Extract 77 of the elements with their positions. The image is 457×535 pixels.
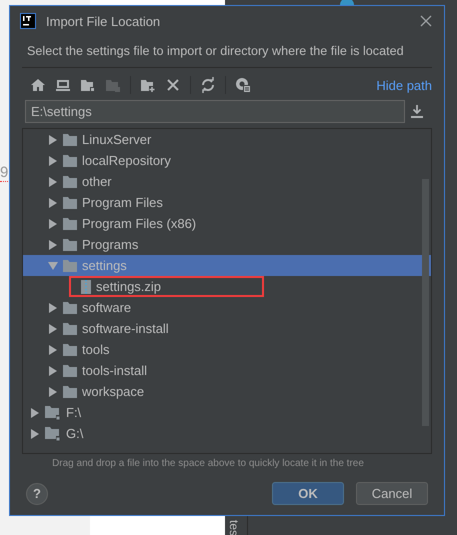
delete-icon[interactable] [165,77,181,93]
tree-item-label: settings [82,258,127,273]
tree-row[interactable]: software [23,297,431,318]
tree-item-label: Programs [82,237,138,252]
tree-row[interactable]: workspace [23,381,431,402]
tree-item-label: software-install [82,321,169,336]
close-icon[interactable] [420,15,432,27]
folder-icon [63,134,77,146]
folder-icon [63,260,77,272]
folder-icon [63,176,77,188]
collapsed-arrow-icon[interactable] [48,134,58,144]
tree-row[interactable]: tools [23,339,431,360]
collapsed-arrow-icon[interactable] [30,428,40,438]
new-folder-icon[interactable] [140,77,156,93]
collapsed-arrow-icon[interactable] [48,324,58,334]
tree-item-label: settings.zip [96,279,162,294]
line-number: 9 [0,164,8,182]
download-icon[interactable] [411,105,423,118]
tree-row[interactable]: LinuxServer [23,129,431,150]
folder-icon [63,154,77,166]
collapsed-arrow-icon[interactable] [48,302,58,312]
hint-text: Drag and drop a file into the space above to quickly locate it in the tree [51,457,365,469]
drive-icon [45,426,61,440]
tree-item-label: tools [82,342,110,357]
collapsed-arrow-icon[interactable] [48,198,58,208]
tree-row[interactable]: other [23,171,431,192]
folder-icon [63,322,77,334]
collapsed-arrow-icon[interactable] [48,366,58,376]
archive-icon [81,280,91,294]
tree-row[interactable]: F:\ [23,402,431,423]
tree-row[interactable]: software-install [23,318,431,339]
folder-icon [63,196,77,208]
collapsed-arrow-icon[interactable] [48,156,58,166]
ok-button[interactable]: OK [272,482,344,505]
tree-item-label: Program Files (x86) [82,216,196,231]
app-icon [20,13,36,29]
folder-icon [63,302,77,314]
tree-item-label: Program Files [82,195,163,210]
tree-item-label: tools-install [82,363,148,378]
tree-item-label: localRepository [82,153,171,168]
tree-item-label: other [82,174,112,189]
class-icon [340,0,354,5]
tree-item-label: workspace [82,384,144,399]
tree-row[interactable]: settings.zip [23,276,431,297]
folder-icon [63,344,77,356]
description-text: Select the settings file to import or directory where the file is located [26,43,405,58]
scrollbar-thumb[interactable] [422,179,429,426]
tree-item-label: LinuxServer [82,132,152,147]
tree-row[interactable]: Program Files [23,192,431,213]
window-title: Import File Location [46,14,162,28]
collapsed-arrow-icon[interactable] [30,408,40,418]
cancel-button[interactable]: Cancel [356,482,428,505]
folder-icon [63,364,77,376]
tree-row[interactable]: localRepository [23,150,431,171]
collapsed-arrow-icon[interactable] [48,218,58,228]
collapsed-arrow-icon[interactable] [48,386,58,396]
tree-row[interactable]: Programs [23,234,431,255]
desktop-icon[interactable] [55,77,71,93]
home-icon[interactable] [30,77,46,93]
tree-item-label: G:\ [66,426,84,441]
help-button[interactable]: ? [26,482,48,504]
collapsed-arrow-icon[interactable] [48,344,58,354]
folder-icon [63,386,77,398]
path-field[interactable]: E:\settings [25,100,405,123]
drive-icon [45,406,61,420]
tree-row[interactable]: Program Files (x86) [23,213,431,234]
tree-row[interactable]: tools-install [23,360,431,381]
tree-item-label: F:\ [66,405,82,420]
show-hidden-icon[interactable] [235,77,251,93]
refresh-icon[interactable] [200,77,216,93]
folder-icon [63,218,77,230]
hide-path-link[interactable]: Hide path [376,78,432,92]
folder-icon [63,238,77,250]
tree-row[interactable]: G:\ [23,423,431,444]
collapsed-arrow-icon[interactable] [48,176,58,186]
collapsed-arrow-icon[interactable] [48,240,58,250]
tree-item-label: software [82,300,132,315]
